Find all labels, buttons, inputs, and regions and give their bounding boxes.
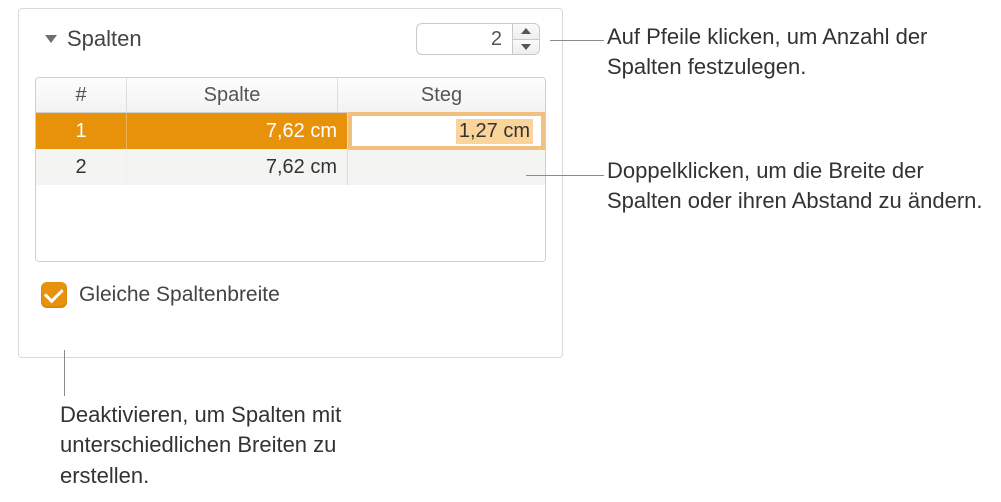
- disclosure-down-icon[interactable]: [45, 35, 57, 43]
- stepper-up-button[interactable]: [513, 24, 539, 39]
- stepper-down-button[interactable]: [513, 39, 539, 55]
- callout-leader: [550, 40, 604, 41]
- cell-width[interactable]: 7,62 cm: [127, 149, 348, 185]
- equal-width-row: Gleiche Spaltenbreite: [35, 282, 546, 308]
- cell-gutter[interactable]: 1,27 cm: [348, 113, 545, 149]
- callout-checkbox: Deaktivieren, um Spalten mit unterschied…: [60, 400, 390, 491]
- callout-stepper: Auf Pfeile klicken, um Anzahl der Spalte…: [607, 22, 987, 83]
- columns-table: # Spalte Steg 1 7,62 cm 1,27 cm 2 7,62 c…: [35, 77, 546, 262]
- cell-num: 2: [36, 149, 127, 185]
- checkmark-icon: [43, 283, 63, 303]
- panel-header: Spalten 2: [35, 23, 546, 55]
- table-body: 1 7,62 cm 1,27 cm 2 7,62 cm: [36, 113, 545, 261]
- chevron-down-icon: [521, 44, 531, 50]
- callout-leader: [526, 175, 604, 176]
- table-header: # Spalte Steg: [36, 78, 545, 113]
- header-width[interactable]: Spalte: [127, 78, 338, 112]
- callout-leader: [64, 350, 65, 396]
- table-row[interactable]: 2 7,62 cm: [36, 149, 545, 185]
- header-gutter[interactable]: Steg: [338, 78, 545, 112]
- gutter-edit-value[interactable]: 1,27 cm: [456, 119, 533, 144]
- equal-width-checkbox[interactable]: [41, 282, 67, 308]
- stepper-buttons: [512, 23, 540, 55]
- panel-title-text: Spalten: [67, 26, 142, 52]
- callout-cell: Doppelklicken, um die Breite der Spalten…: [607, 156, 987, 217]
- panel-title[interactable]: Spalten: [45, 26, 142, 52]
- table-row[interactable]: 1 7,62 cm 1,27 cm: [36, 113, 545, 149]
- gutter-edit-field[interactable]: 1,27 cm: [348, 112, 545, 150]
- column-count-stepper[interactable]: 2: [416, 23, 540, 55]
- cell-num: 1: [36, 113, 127, 149]
- cell-gutter[interactable]: [348, 149, 545, 185]
- header-num[interactable]: #: [36, 78, 127, 112]
- column-count-value[interactable]: 2: [416, 23, 512, 55]
- cell-width[interactable]: 7,62 cm: [127, 113, 348, 149]
- columns-panel: Spalten 2 # Spalte Steg 1 7,62 cm 1,27 c…: [18, 8, 563, 358]
- table-empty-area: [36, 185, 545, 261]
- chevron-up-icon: [521, 28, 531, 34]
- equal-width-label: Gleiche Spaltenbreite: [79, 283, 280, 307]
